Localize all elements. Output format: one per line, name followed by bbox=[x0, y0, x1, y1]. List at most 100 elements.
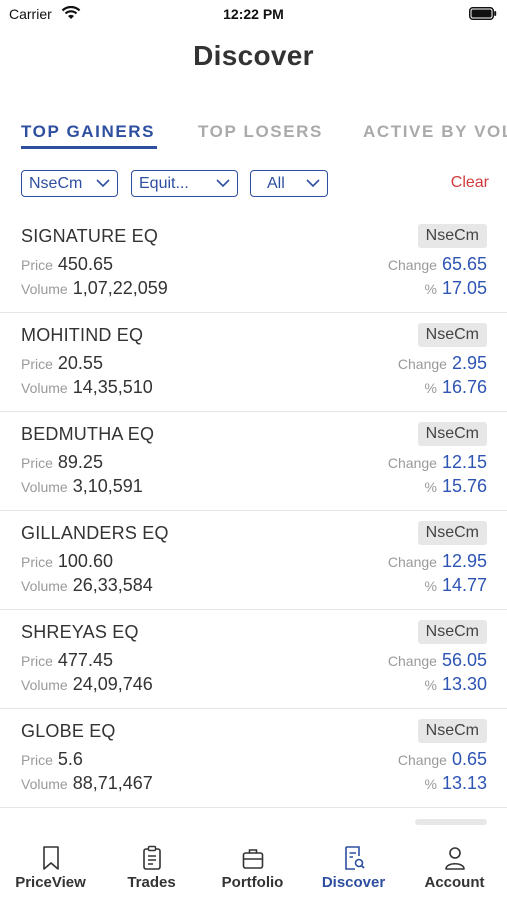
stock-row[interactable]: BEDMUTHA EQ NseCm Price 89.25 Volume 3,10,… bbox=[0, 412, 507, 511]
percent-value: 14.77 bbox=[441, 575, 487, 595]
nav-discover[interactable]: Discover bbox=[303, 832, 404, 900]
nav-label: PriceView bbox=[15, 874, 86, 891]
change-label: Change bbox=[387, 257, 437, 273]
volume-label: Volume bbox=[21, 380, 68, 396]
percent-value: 16.76 bbox=[441, 377, 487, 397]
clear-filters-button[interactable]: Clear bbox=[451, 174, 489, 192]
price-value: 20.55 bbox=[57, 353, 103, 373]
volume-label: Volume bbox=[21, 677, 68, 693]
stock-name: SHREYAS EQ bbox=[21, 622, 139, 642]
price-label: Price bbox=[21, 554, 53, 570]
category-tabs: TOP GAINERS TOP LOSERS ACTIVE BY VOLUME bbox=[0, 118, 507, 154]
segment-filter-value: Equit... bbox=[139, 174, 189, 192]
chevron-down-icon bbox=[306, 179, 320, 188]
price-value: 450.65 bbox=[57, 254, 113, 274]
nav-account[interactable]: Account bbox=[404, 832, 505, 900]
volume-value: 1,07,22,059 bbox=[72, 278, 168, 298]
change-value: 65.65 bbox=[441, 254, 487, 274]
chevron-down-icon bbox=[96, 179, 110, 188]
change-label: Change bbox=[397, 356, 447, 372]
stock-name: GLOBE EQ bbox=[21, 721, 116, 741]
change-label: Change bbox=[397, 752, 447, 768]
clipboard-icon bbox=[142, 845, 161, 870]
exchange-filter-dropdown[interactable]: NseCm bbox=[21, 170, 118, 197]
stock-row[interactable]: GLOBE EQ NseCm Price 5.6 Volume 88,71,467 … bbox=[0, 709, 507, 808]
exchange-badge: NseCm bbox=[417, 323, 487, 347]
status-time: 12:22 PM bbox=[223, 6, 284, 22]
nav-label: Trades bbox=[127, 874, 176, 891]
volume-value: 3,10,591 bbox=[72, 476, 143, 496]
stock-row[interactable]: MOHITIND EQ NseCm Price 20.55 Volume 14,35… bbox=[0, 313, 507, 412]
stock-list: SIGNATURE EQ NseCm Price 450.65 Volume 1,0… bbox=[0, 214, 507, 825]
exchange-badge: NseCm bbox=[417, 422, 487, 446]
stock-name: MOHITIND EQ bbox=[21, 325, 144, 345]
percent-label: % bbox=[424, 380, 437, 396]
stock-row-partial[interactable] bbox=[0, 808, 507, 825]
volume-label: Volume bbox=[21, 578, 68, 594]
stock-row[interactable]: GILLANDERS EQ NseCm Price 100.60 Volume 26… bbox=[0, 511, 507, 610]
volume-label: Volume bbox=[21, 776, 68, 792]
percent-value: 15.76 bbox=[441, 476, 487, 496]
bottom-nav: PriceView Trades Portfolio Discover Acco… bbox=[0, 832, 507, 900]
percent-value: 13.13 bbox=[441, 773, 487, 793]
group-filter-value: All bbox=[267, 174, 285, 192]
volume-value: 24,09,746 bbox=[72, 674, 153, 694]
tab-top-losers[interactable]: TOP LOSERS bbox=[198, 122, 323, 142]
chevron-down-icon bbox=[216, 179, 230, 188]
change-value: 56.05 bbox=[441, 650, 487, 670]
volume-value: 88,71,467 bbox=[72, 773, 153, 793]
change-label: Change bbox=[387, 653, 437, 669]
volume-value: 14,35,510 bbox=[72, 377, 153, 397]
exchange-badge: NseCm bbox=[417, 521, 487, 545]
percent-label: % bbox=[424, 776, 437, 792]
exchange-badge: NseCm bbox=[417, 719, 487, 743]
briefcase-icon bbox=[242, 849, 263, 869]
stock-row[interactable]: SIGNATURE EQ NseCm Price 450.65 Volume 1,0… bbox=[0, 214, 507, 313]
document-search-icon bbox=[344, 846, 365, 870]
volume-label: Volume bbox=[21, 281, 68, 297]
price-value: 5.6 bbox=[57, 749, 83, 769]
change-label: Change bbox=[387, 554, 437, 570]
stock-name: BEDMUTHA EQ bbox=[21, 424, 155, 444]
price-label: Price bbox=[21, 752, 53, 768]
percent-label: % bbox=[424, 578, 437, 594]
percent-label: % bbox=[424, 479, 437, 495]
nav-label: Portfolio bbox=[221, 874, 284, 891]
page-title: Discover bbox=[193, 40, 314, 71]
price-value: 89.25 bbox=[57, 452, 103, 472]
group-filter-dropdown[interactable]: All bbox=[250, 170, 328, 197]
tab-active-by-volume[interactable]: ACTIVE BY VOLUME bbox=[363, 122, 507, 142]
change-value: 0.65 bbox=[451, 749, 487, 769]
exchange-badge: NseCm bbox=[417, 224, 487, 248]
change-value: 12.95 bbox=[441, 551, 487, 571]
exchange-badge: NseCm bbox=[417, 620, 487, 644]
percent-value: 17.05 bbox=[441, 278, 487, 298]
active-tab-indicator bbox=[21, 146, 157, 149]
price-label: Price bbox=[21, 356, 53, 372]
exchange-filter-value: NseCm bbox=[29, 174, 83, 192]
bookmark-icon bbox=[42, 846, 59, 870]
nav-trades[interactable]: Trades bbox=[101, 832, 202, 900]
percent-label: % bbox=[424, 677, 437, 693]
filter-bar: NseCm Equit... All Clear bbox=[0, 170, 507, 198]
change-value: 12.15 bbox=[441, 452, 487, 472]
tab-top-gainers[interactable]: TOP GAINERS bbox=[21, 122, 155, 142]
price-value: 477.45 bbox=[57, 650, 113, 670]
battery-icon bbox=[469, 7, 497, 20]
price-label: Price bbox=[21, 653, 53, 669]
stock-row[interactable]: SHREYAS EQ NseCm Price 477.45 Volume 24,09… bbox=[0, 610, 507, 709]
stock-name: SIGNATURE EQ bbox=[21, 226, 159, 246]
price-value: 100.60 bbox=[57, 551, 113, 571]
percent-value: 13.30 bbox=[441, 674, 487, 694]
segment-filter-dropdown[interactable]: Equit... bbox=[131, 170, 238, 197]
change-label: Change bbox=[387, 455, 437, 471]
nav-portfolio[interactable]: Portfolio bbox=[202, 832, 303, 900]
nav-label: Account bbox=[424, 874, 485, 891]
stock-name: GILLANDERS EQ bbox=[21, 523, 169, 543]
price-label: Price bbox=[21, 257, 53, 273]
volume-value: 26,33,584 bbox=[72, 575, 153, 595]
nav-priceview[interactable]: PriceView bbox=[0, 832, 101, 900]
exchange-badge-partial bbox=[415, 819, 487, 825]
change-value: 2.95 bbox=[451, 353, 487, 373]
percent-label: % bbox=[424, 281, 437, 297]
